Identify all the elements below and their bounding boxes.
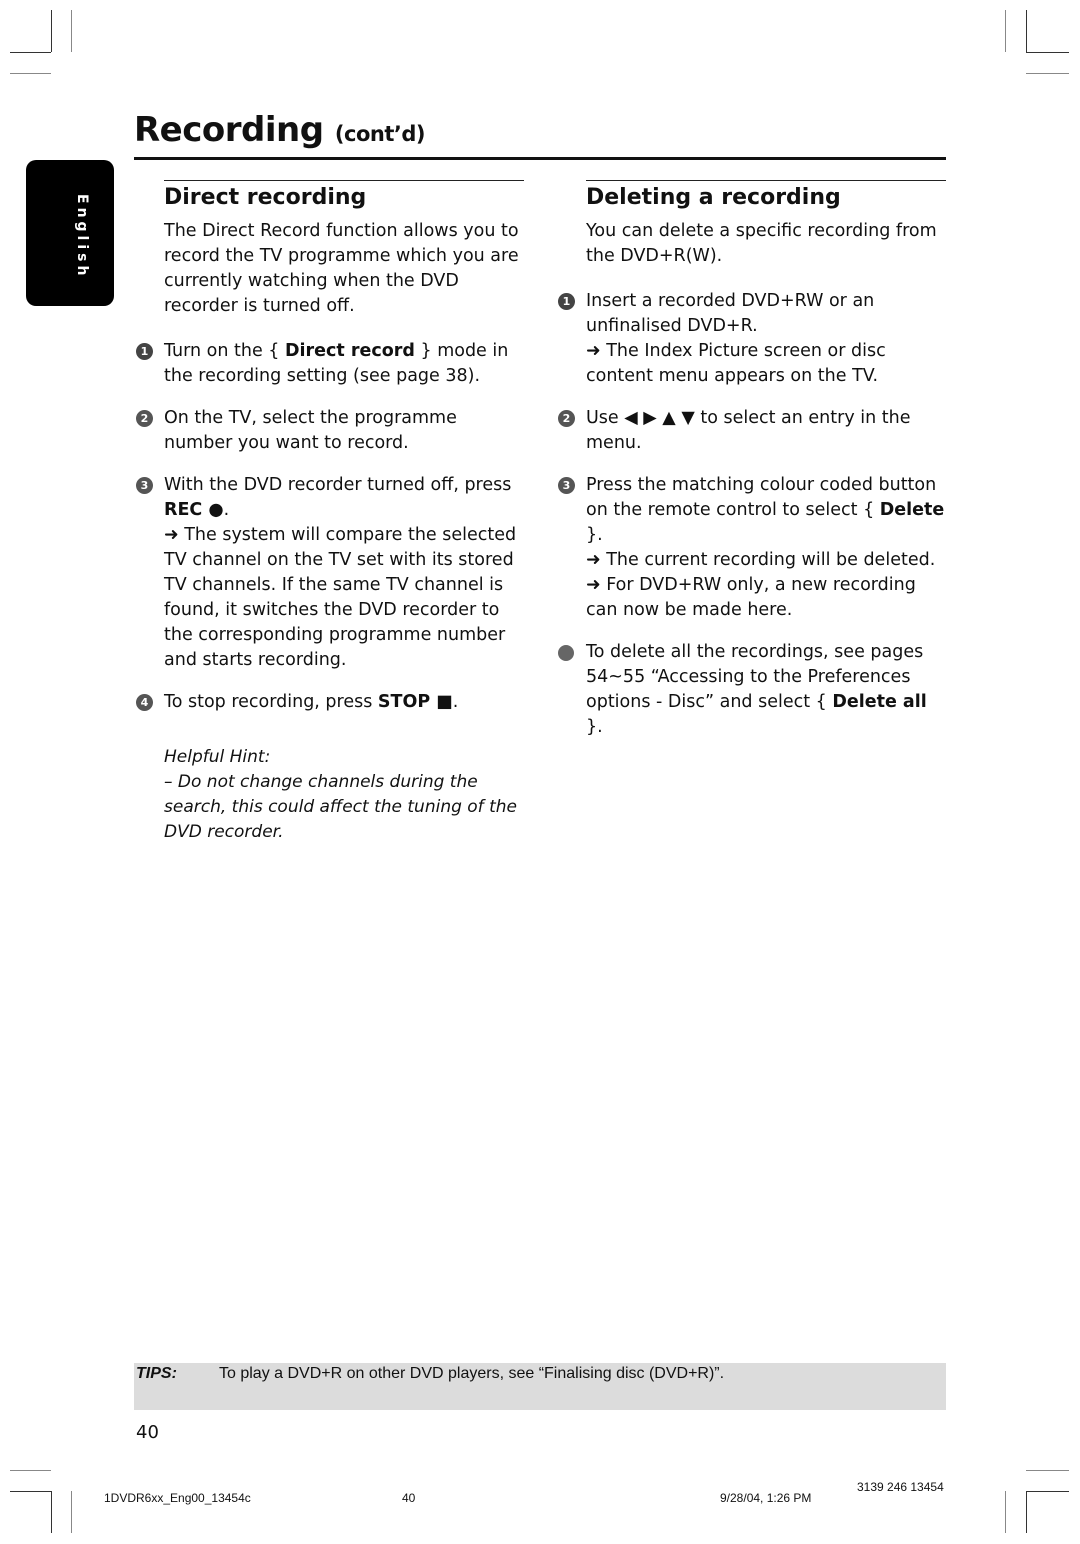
step-number-icon: 1 [558, 293, 575, 310]
bullet-icon [558, 645, 574, 661]
hint-title: Helpful Hint: [164, 747, 271, 767]
section-divider [164, 180, 524, 181]
page-title-text: Recording [134, 110, 324, 150]
step-number-icon: 1 [136, 343, 153, 360]
section-intro: You can delete a specific recording from… [586, 221, 937, 266]
crop-mark [1005, 1491, 1006, 1533]
hint-text: – Do not change channels during the sear… [164, 772, 517, 842]
section-intro: The Direct Record function allows you to… [164, 221, 519, 316]
tips-text: To play a DVD+R on other DVD players, se… [219, 1365, 725, 1382]
step-3: 3 Press the matching colour coded button… [558, 473, 946, 623]
crop-mark [71, 1491, 72, 1533]
crop-mark [10, 1491, 51, 1492]
crop-mark [1026, 73, 1069, 74]
footer-page: 40 [402, 1491, 416, 1505]
language-tab-label: English [74, 194, 90, 280]
direct-recording-section: Direct recording The Direct Record funct… [136, 180, 524, 845]
helpful-hint: Helpful Hint: – Do not change channels d… [164, 745, 524, 845]
step-number-icon: 2 [136, 410, 153, 427]
step-2: 2 Use ◀ ▶ ▲ ▼ to select an entry in the … [558, 406, 946, 456]
section-title: Direct recording [164, 185, 367, 210]
step-2: 2 On the TV, select the programme number… [136, 406, 524, 456]
step-number-icon: 4 [136, 694, 153, 711]
crop-mark [10, 52, 51, 53]
crop-mark [1026, 1491, 1069, 1492]
step-number-icon: 3 [558, 477, 575, 494]
step-result: ➜ The Index Picture screen or disc conte… [586, 341, 886, 386]
bullet-note: To delete all the recordings, see pages … [558, 640, 946, 740]
step-number-icon: 2 [558, 410, 575, 427]
section-title: Deleting a recording [586, 185, 841, 210]
crop-mark [1026, 1470, 1069, 1471]
footer-code: 3139 246 13454 [857, 1480, 944, 1494]
step-1: 1 Turn on the { Direct record } mode in … [136, 339, 524, 389]
page-title: Recording (cont’d) [134, 110, 425, 150]
title-divider [134, 157, 946, 160]
crop-mark [10, 1470, 51, 1471]
tips-label: TIPS: [136, 1365, 177, 1382]
crop-mark [51, 10, 52, 52]
tips-box: TIPS: To play a DVD+R on other DVD playe… [134, 1363, 946, 1410]
crop-mark [1026, 52, 1069, 53]
crop-mark [1026, 10, 1027, 52]
crop-mark [51, 1491, 52, 1533]
step-number-icon: 3 [136, 477, 153, 494]
step-result: ➜ The current recording will be deleted. [586, 550, 936, 570]
crop-mark [71, 10, 72, 52]
crop-mark [1026, 1491, 1027, 1533]
step-4: 4 To stop recording, press STOP ■. [136, 690, 524, 715]
page-title-suffix: (cont’d) [334, 122, 426, 146]
footer-datetime: 9/28/04, 1:26 PM [720, 1491, 812, 1505]
deleting-recording-section: Deleting a recording You can delete a sp… [558, 180, 946, 740]
crop-mark [1005, 10, 1006, 52]
section-divider [586, 180, 946, 181]
step-result: ➜ For DVD+RW only, a new recording can n… [586, 575, 916, 620]
step-1: 1 Insert a recorded DVD+RW or an unfinal… [558, 289, 946, 389]
crop-mark [10, 73, 51, 74]
footer-file: 1DVDR6xx_Eng00_13454c [104, 1491, 251, 1505]
step-result: ➜ The system will compare the selected T… [164, 525, 517, 670]
page-number: 40 [136, 1422, 159, 1443]
step-3: 3 With the DVD recorder turned off, pres… [136, 473, 524, 673]
language-tab: English [26, 160, 114, 306]
